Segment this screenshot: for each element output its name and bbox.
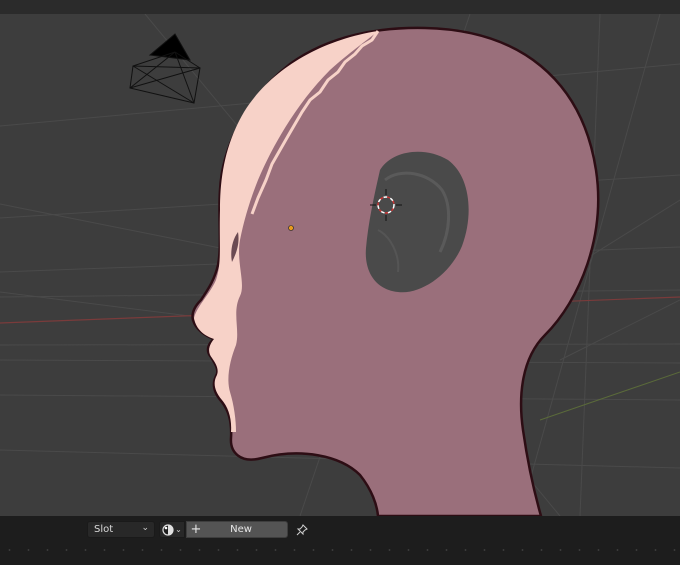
viewport-header-bar [0, 0, 680, 14]
new-material-button[interactable]: + New [186, 521, 288, 538]
material-sphere-icon [162, 523, 174, 536]
chevron-down-icon: ⌄ [141, 523, 149, 533]
light-point-icon[interactable] [288, 225, 294, 231]
chevron-down-icon: ⌄ [175, 525, 182, 534]
pin-icon[interactable] [293, 521, 311, 538]
material-browse-button[interactable]: ⌄ [159, 521, 185, 538]
plus-icon: + [190, 522, 202, 537]
y-axis-line [539, 371, 680, 421]
slot-label: Slot [94, 524, 114, 535]
3d-viewport[interactable] [0, 14, 680, 516]
new-button-label: New [230, 524, 252, 535]
footer-divider [0, 549, 680, 551]
slot-dropdown[interactable]: Slot ⌄ [87, 521, 155, 538]
material-slot-bar: Slot ⌄ ⌄ + New [0, 516, 680, 565]
